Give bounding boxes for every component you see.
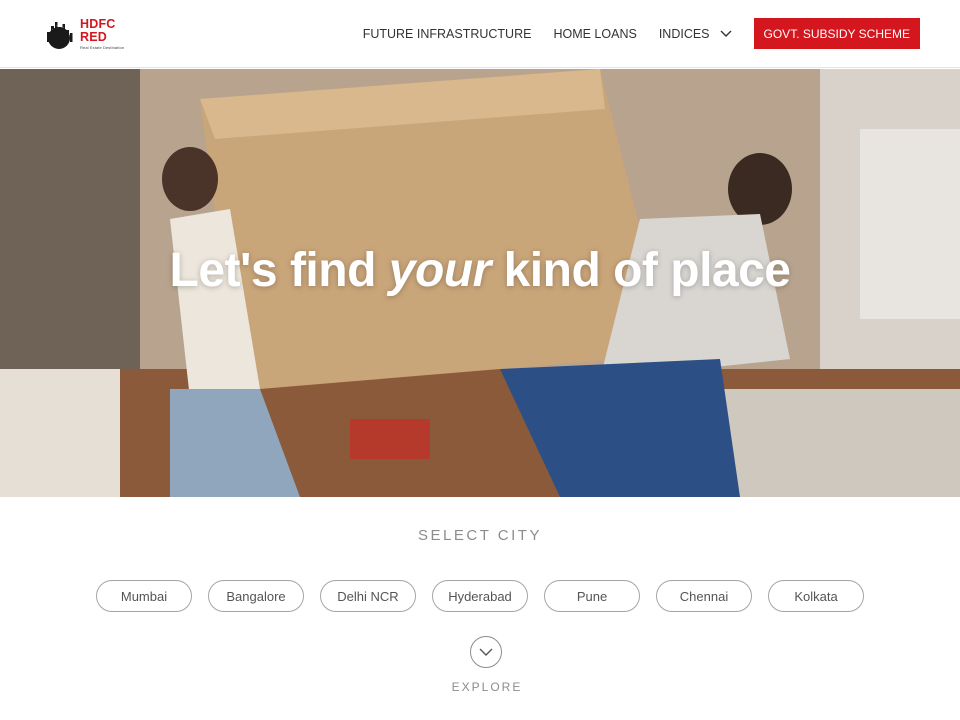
hero-title-start: Let's find: [169, 244, 389, 297]
nav-indices[interactable]: INDICES: [659, 27, 732, 41]
city-button-kolkata[interactable]: Kolkata: [768, 580, 864, 612]
nav-home-loans[interactable]: HOME LOANS: [553, 27, 636, 41]
city-button-chennai[interactable]: Chennai: [656, 580, 752, 612]
city-list: Mumbai Bangalore Delhi NCR Hyderabad Pun…: [96, 580, 864, 612]
city-button-mumbai[interactable]: Mumbai: [96, 580, 192, 612]
logo-text-hdfc: HDFC: [80, 16, 116, 31]
hero-title: Let's find your kind of place: [0, 243, 960, 298]
govt-subsidy-scheme-button[interactable]: GOVT. SUBSIDY SCHEME: [753, 18, 920, 49]
city-button-hyderabad[interactable]: Hyderabad: [432, 580, 528, 612]
nav-indices-label: INDICES: [658, 26, 710, 41]
main-nav: FUTURE INFRASTRUCTURE HOME LOANS INDICES…: [363, 18, 920, 49]
city-skyline-icon: [47, 21, 73, 49]
logo-tagline: Real Estate Destination: [80, 44, 125, 50]
nav-future-infrastructure[interactable]: FUTURE INFRASTRUCTURE: [363, 27, 532, 41]
city-button-bangalore[interactable]: Bangalore: [208, 580, 304, 612]
chevron-down-icon: [720, 30, 732, 37]
logo-text-red: RED: [80, 30, 107, 44]
select-city-heading: SELECT CITY: [418, 527, 542, 544]
hdfc-red-logo[interactable]: HDFC RED Real Estate Destination: [42, 16, 125, 50]
explore-label: EXPLORE: [451, 680, 523, 694]
hero-banner: Let's find your kind of place: [0, 69, 960, 497]
site-header: HDFC RED Real Estate Destination FUTURE …: [0, 0, 960, 68]
explore-button[interactable]: [470, 636, 502, 668]
city-button-pune[interactable]: Pune: [544, 580, 640, 612]
city-button-delhi-ncr[interactable]: Delhi NCR: [320, 580, 416, 612]
hero-title-end: kind of place: [490, 244, 791, 297]
chevron-down-icon: [479, 648, 493, 656]
hero-title-emphasis: your: [388, 244, 492, 297]
